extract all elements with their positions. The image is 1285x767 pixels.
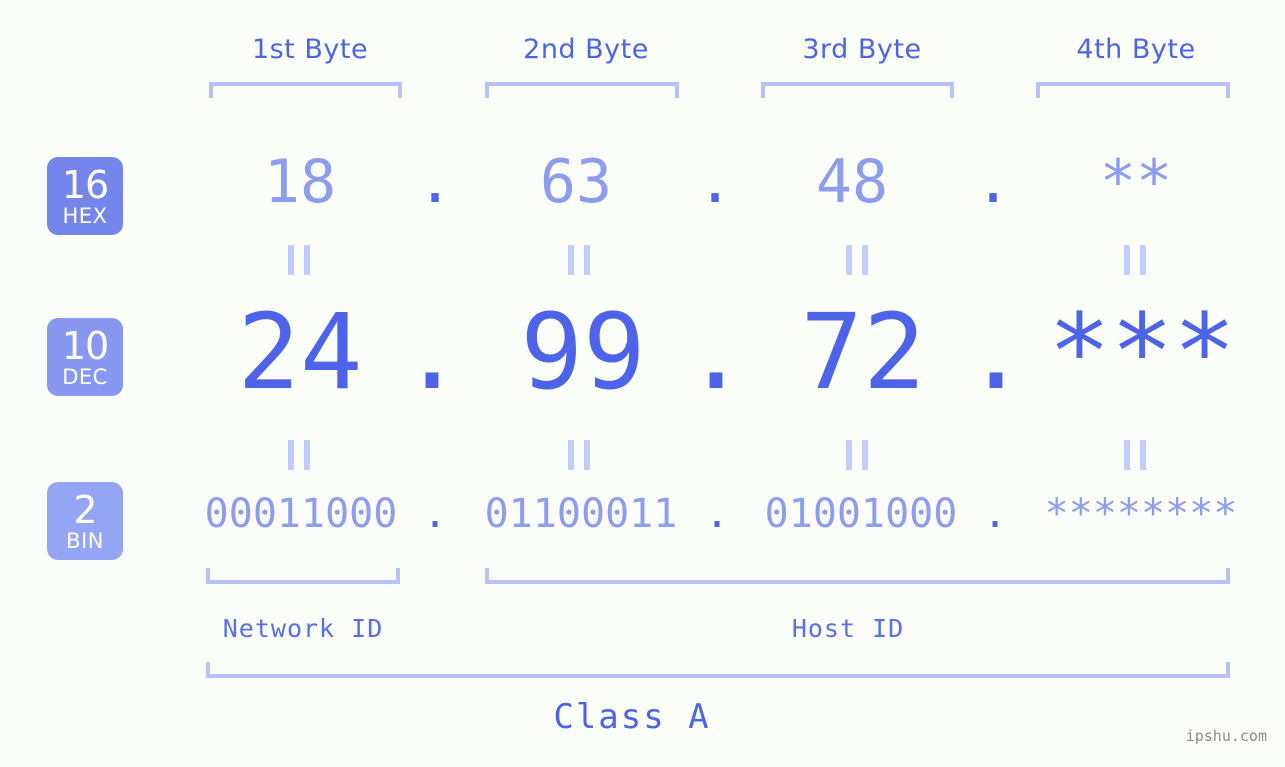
byte-bracket-2 bbox=[485, 82, 679, 98]
dec-separator-3: . bbox=[964, 291, 1028, 413]
dec-byte-1: 24 bbox=[237, 291, 363, 413]
equals-connector-hex-dec-4 bbox=[1124, 245, 1146, 275]
equals-bar bbox=[304, 245, 310, 275]
base-badge-bin-number: 2 bbox=[73, 487, 97, 532]
hex-byte-4: ** bbox=[1099, 147, 1173, 217]
bin-separator-1: . bbox=[422, 491, 448, 537]
byte-header-3: 3rd Byte bbox=[802, 34, 922, 65]
bin-separator-3: . bbox=[982, 491, 1008, 537]
equals-bar bbox=[568, 440, 574, 470]
byte-header-2: 2nd Byte bbox=[523, 34, 649, 65]
equals-bar bbox=[304, 440, 310, 470]
byte-header-1: 1st Byte bbox=[251, 34, 369, 65]
equals-bar bbox=[1124, 245, 1130, 275]
hex-byte-3: 48 bbox=[815, 147, 889, 217]
equals-bar bbox=[584, 245, 590, 275]
bin-byte-3: 01001000 bbox=[764, 491, 958, 537]
bin-separator-2: . bbox=[704, 491, 730, 537]
equals-connector-hex-dec-3 bbox=[846, 245, 868, 275]
equals-bar bbox=[862, 245, 868, 275]
dec-separator-1: . bbox=[400, 291, 464, 413]
equals-bar bbox=[1140, 440, 1146, 470]
equals-bar bbox=[1124, 440, 1130, 470]
base-badge-hex[interactable]: 16 HEX bbox=[47, 157, 123, 235]
class-label: Class A bbox=[553, 697, 711, 737]
class-bracket bbox=[206, 662, 1230, 678]
equals-bar bbox=[1140, 245, 1146, 275]
equals-bar bbox=[568, 245, 574, 275]
base-badge-bin[interactable]: 2 BIN bbox=[47, 482, 123, 560]
byte-header-4: 4th Byte bbox=[1076, 34, 1196, 65]
equals-connector-dec-bin-3 bbox=[846, 440, 868, 470]
hex-separator-1: . bbox=[416, 147, 454, 217]
equals-bar bbox=[288, 245, 294, 275]
network-id-label: Network ID bbox=[222, 614, 384, 643]
host-id-bracket bbox=[485, 568, 1230, 584]
bin-byte-1: 00011000 bbox=[204, 491, 398, 537]
base-badge-dec[interactable]: 10 DEC bbox=[47, 318, 123, 396]
equals-connector-hex-dec-2 bbox=[568, 245, 590, 275]
hex-separator-2: . bbox=[696, 147, 734, 217]
equals-connector-dec-bin-2 bbox=[568, 440, 590, 470]
hex-separator-3: . bbox=[974, 147, 1012, 217]
equals-bar bbox=[584, 440, 590, 470]
equals-connector-dec-bin-4 bbox=[1124, 440, 1146, 470]
dec-byte-2: 99 bbox=[520, 291, 646, 413]
dec-byte-4: *** bbox=[1048, 291, 1236, 413]
host-id-label: Host ID bbox=[791, 614, 905, 643]
equals-bar bbox=[846, 440, 852, 470]
bin-byte-4: ******** bbox=[1044, 491, 1238, 537]
hex-byte-2: 63 bbox=[539, 147, 613, 217]
byte-bracket-4 bbox=[1036, 82, 1230, 98]
dec-byte-3: 72 bbox=[800, 291, 926, 413]
equals-connector-dec-bin-1 bbox=[288, 440, 310, 470]
equals-bar bbox=[846, 245, 852, 275]
site-watermark: ipshu.com bbox=[1185, 727, 1267, 745]
byte-bracket-3 bbox=[761, 82, 954, 98]
equals-bar bbox=[862, 440, 868, 470]
equals-bar bbox=[288, 440, 294, 470]
base-badge-hex-number: 16 bbox=[61, 162, 109, 207]
base-badge-dec-name: DEC bbox=[62, 364, 108, 389]
equals-connector-hex-dec-1 bbox=[288, 245, 310, 275]
base-badge-hex-name: HEX bbox=[62, 203, 108, 228]
ip-address-breakdown-diagram: 1st Byte 2nd Byte 3rd Byte 4th Byte 16 H… bbox=[0, 0, 1285, 767]
base-badge-dec-number: 10 bbox=[61, 323, 109, 368]
base-badge-bin-name: BIN bbox=[66, 528, 104, 553]
byte-bracket-1 bbox=[209, 82, 402, 98]
bin-byte-2: 01100011 bbox=[484, 491, 678, 537]
hex-byte-1: 18 bbox=[263, 147, 337, 217]
network-id-bracket bbox=[206, 568, 400, 584]
